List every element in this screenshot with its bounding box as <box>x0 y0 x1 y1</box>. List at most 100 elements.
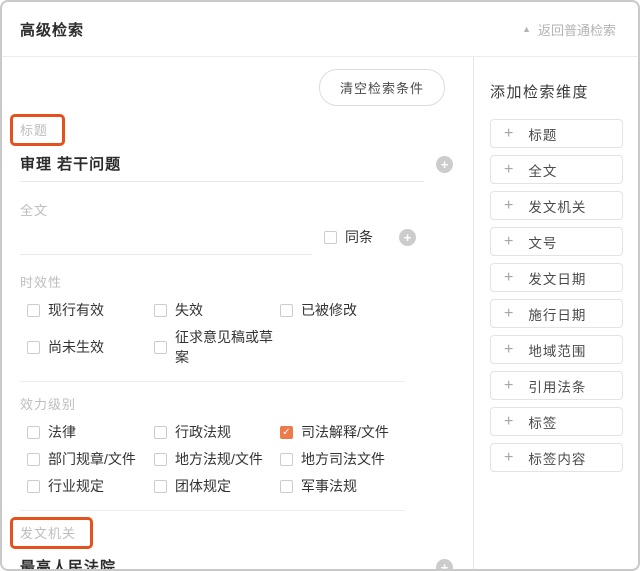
checkbox-icon[interactable] <box>154 453 167 466</box>
checkbox-option[interactable]: 已被修改 <box>280 300 453 320</box>
fulltext-input-row: 同条 + <box>20 219 453 255</box>
checkbox-label: 尚未生效 <box>48 337 104 357</box>
timeliness-options: 现行有效 失效已被修改尚未生效 征求意见稿或草案 <box>27 300 453 367</box>
clear-row: 清空检索条件 <box>20 69 453 106</box>
add-dimension-label: 全文 <box>528 160 557 180</box>
add-dimension-button[interactable]: + 标签 <box>490 407 623 436</box>
add-dimension-button[interactable]: + 发文日期 <box>490 263 623 292</box>
checkbox-icon[interactable] <box>27 341 40 354</box>
add-dimension-label: 施行日期 <box>528 304 586 324</box>
checkbox-icon[interactable] <box>27 480 40 493</box>
header: 高级检索 ▲ 返回普通检索 <box>2 2 638 57</box>
advanced-search-window: 高级检索 ▲ 返回普通检索 清空检索条件 标题 审理 若干问题 + <box>0 0 640 571</box>
add-dimension-button[interactable]: +文号 <box>490 227 623 256</box>
checkbox-label: 行政法规 <box>175 422 231 442</box>
clear-conditions-button[interactable]: 清空检索条件 <box>319 69 445 106</box>
checkbox-icon[interactable] <box>154 480 167 493</box>
checkbox-icon[interactable] <box>27 304 40 317</box>
checkbox-icon[interactable] <box>324 231 337 244</box>
plus-icon: + <box>504 378 513 394</box>
title-input[interactable]: 审理 若干问题 <box>20 146 424 182</box>
triangle-up-icon: ▲ <box>522 25 531 34</box>
add-dimension-button[interactable]: + 全文 <box>490 155 623 184</box>
timeliness-section: 时效性 现行有效 失效已被修改尚未生效 征求意见稿或草案 <box>20 272 453 367</box>
content: 清空检索条件 标题 审理 若干问题 + 全文 <box>2 57 638 569</box>
effect-level-options: 法律 行政法规 ✓司法解释/文件部门规章/文件 地方法规/文件 地方司法文件行业规定 团体… <box>27 422 453 496</box>
checkbox-option[interactable]: 征求意见稿或草案 <box>154 327 280 367</box>
checkbox-label: 军事法规 <box>301 476 357 496</box>
checkbox-icon[interactable] <box>280 453 293 466</box>
plus-icon: + <box>504 198 513 214</box>
dimension-list: +标题+全文+发文机关+文号+发文日期+施行日期+地域范围+引用法条+标签+标签… <box>490 119 623 472</box>
checkbox-label: 地方司法文件 <box>301 449 385 469</box>
plus-icon: + <box>504 234 513 250</box>
checkbox-option[interactable]: 团体规定 <box>154 476 280 496</box>
effect-level-label: 效力级别 <box>20 394 453 413</box>
checkbox-option[interactable]: ✓司法解释/文件 <box>280 422 453 442</box>
add-dimension-button[interactable]: + 引用法条 <box>490 371 623 400</box>
add-dimension-label: 发文机关 <box>528 196 586 216</box>
checkbox-option[interactable]: 部门规章/文件 <box>27 449 154 469</box>
add-fulltext-condition-icon[interactable]: + <box>399 229 416 246</box>
issuing-authority-input[interactable]: 最高人民法院 <box>20 549 424 571</box>
checkbox-icon[interactable] <box>280 304 293 317</box>
checkbox-icon[interactable] <box>154 304 167 317</box>
plus-icon: + <box>504 342 513 358</box>
add-dimension-label: 标签内容 <box>528 448 586 468</box>
checkbox-option[interactable]: 法律 <box>27 422 154 442</box>
checkbox-icon[interactable] <box>27 426 40 439</box>
fulltext-field-label: 全文 <box>20 200 453 219</box>
plus-icon: + <box>504 162 513 178</box>
issuing-authority-label: 发文机关 <box>20 526 76 541</box>
add-dimension-label: 标题 <box>528 124 557 144</box>
checkbox-label: 团体规定 <box>175 476 231 496</box>
checkbox-label: 地方法规/文件 <box>175 449 263 469</box>
add-dimension-label: 标签 <box>528 412 557 432</box>
effect-level-section: 效力级别 法律 行政法规 ✓司法解释/文件部门规章/文件 地方法规/文件 地方司法文件行… <box>20 394 453 496</box>
checkbox-option[interactable]: 行业规定 <box>27 476 154 496</box>
add-title-condition-icon[interactable]: + <box>436 156 453 173</box>
checkbox-label: 征求意见稿或草案 <box>175 327 280 367</box>
checkbox-option[interactable]: 地方司法文件 <box>280 449 453 469</box>
add-dimension-button[interactable]: +地域范围 <box>490 335 623 364</box>
issuing-authority-value: 最高人民法院 <box>20 556 116 571</box>
add-dimension-button[interactable]: +标签内容 <box>490 443 623 472</box>
checkbox-option[interactable]: 现行有效 <box>27 300 154 320</box>
back-to-simple-search-link[interactable]: ▲ 返回普通检索 <box>516 19 622 40</box>
add-dimension-button[interactable]: + 施行日期 <box>490 299 623 328</box>
title-input-row: 审理 若干问题 + <box>20 146 453 182</box>
checkbox-label: 现行有效 <box>48 300 104 320</box>
plus-icon: + <box>504 270 513 286</box>
back-link-label: 返回普通检索 <box>538 20 616 39</box>
checkbox-icon[interactable] <box>154 341 167 354</box>
same-clause-checkbox[interactable]: 同条 <box>324 227 373 247</box>
add-authority-condition-icon[interactable]: + <box>436 559 453 571</box>
checkbox-option[interactable]: 行政法规 <box>154 422 280 442</box>
issuing-authority-label-highlight-box: 发文机关 <box>10 517 93 549</box>
checkbox-icon[interactable] <box>280 480 293 493</box>
checkbox-label: 部门规章/文件 <box>48 449 136 469</box>
title-label-highlight-box: 标题 <box>10 114 65 146</box>
add-dimension-label: 发文日期 <box>528 268 586 288</box>
plus-icon: + <box>504 414 513 430</box>
checkbox-option[interactable]: 尚未生效 <box>27 327 154 367</box>
add-dimension-label: 引用法条 <box>528 376 586 396</box>
add-dimension-button[interactable]: + 发文机关 <box>490 191 623 220</box>
checkbox-icon[interactable] <box>154 426 167 439</box>
plus-icon: + <box>504 126 513 142</box>
plus-icon: + <box>504 306 513 322</box>
checkbox-option[interactable]: 地方法规/文件 <box>154 449 280 469</box>
timeliness-label: 时效性 <box>20 272 453 291</box>
checkbox-option[interactable]: 失效 <box>154 300 280 320</box>
issuing-authority-section: 发文机关 最高人民法院 + <box>20 517 453 571</box>
fulltext-input[interactable] <box>20 219 312 255</box>
fulltext-field-section: 全文 同条 + <box>20 200 453 255</box>
add-dimension-button[interactable]: + 标题 <box>490 119 623 148</box>
checkbox-checked-icon[interactable]: ✓ <box>280 426 293 439</box>
divider <box>20 381 405 382</box>
checkbox-icon[interactable] <box>27 453 40 466</box>
checkbox-option[interactable]: 军事法规 <box>280 476 453 496</box>
checkbox-label: 法律 <box>48 422 76 442</box>
issuing-authority-input-row: 最高人民法院 + <box>20 549 453 571</box>
add-dimension-title: 添加检索维度 <box>490 81 623 102</box>
